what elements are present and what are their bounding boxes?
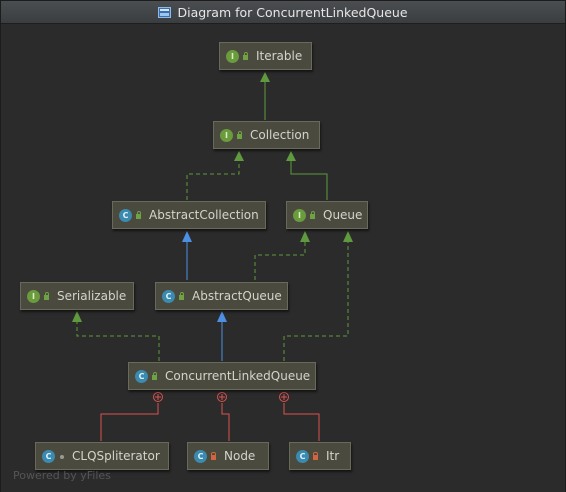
edge-inner-itr: [279, 392, 320, 441]
public-visibility-icon: [151, 371, 158, 380]
diagram-window: Diagram for ConcurrentLinkedQueue I Iter…: [0, 0, 566, 492]
edge-abstractqueue-abstractcollection: [182, 231, 192, 280]
public-visibility-icon: [135, 210, 142, 219]
class-badge-icon: C: [296, 449, 309, 463]
node-label: CLQSpliterator: [72, 449, 160, 463]
node-label: Serializable: [57, 289, 127, 303]
node-label: AbstractCollection: [149, 208, 259, 222]
window-titlebar[interactable]: Diagram for ConcurrentLinkedQueue: [1, 1, 565, 24]
public-visibility-icon: [178, 291, 185, 300]
node-label: AbstractQueue: [192, 289, 282, 303]
edge-clq-abstractqueue: [217, 311, 227, 361]
edge-collection-iterable: [260, 72, 270, 120]
node-label: ConcurrentLinkedQueue: [165, 369, 311, 383]
class-badge-icon: C: [135, 369, 148, 383]
node-serializable[interactable]: I Serializable: [20, 282, 134, 310]
node-abstract-collection[interactable]: C AbstractCollection: [112, 201, 266, 229]
interface-badge-icon: I: [226, 49, 239, 63]
class-badge-icon: C: [119, 208, 132, 222]
diagram-edges: [72, 72, 353, 441]
yfiles-watermark: Powered by yFiles: [13, 469, 111, 482]
node-clq-spliterator[interactable]: C CLQSpliterator: [35, 442, 169, 470]
class-badge-icon: C: [42, 449, 55, 463]
edge-clq-serializable: [72, 311, 160, 361]
node-label: Itr: [326, 449, 340, 463]
diagram-icon: [158, 6, 172, 18]
edge-abstractcollection-collection: [186, 151, 244, 200]
node-label: Queue: [323, 208, 363, 222]
node-label: Collection: [250, 128, 310, 142]
edge-inner-clqspliterator: [100, 392, 163, 441]
node-concurrent-linked-queue[interactable]: C ConcurrentLinkedQueue: [128, 362, 316, 390]
private-visibility-icon: [312, 451, 319, 460]
edge-clq-queue: [283, 231, 353, 361]
node-itr[interactable]: C Itr: [289, 442, 351, 470]
node-collection[interactable]: I Collection: [213, 121, 320, 149]
node-label: Iterable: [256, 49, 303, 63]
edge-abstractqueue-queue: [254, 231, 310, 280]
node-node[interactable]: C Node: [187, 442, 269, 470]
interface-badge-icon: I: [293, 208, 306, 222]
edge-queue-collection: [286, 151, 328, 200]
node-queue[interactable]: I Queue: [286, 201, 368, 229]
public-visibility-icon: [309, 210, 316, 219]
edge-inner-node: [217, 392, 230, 441]
package-visibility-icon: [58, 453, 65, 460]
window-title: Diagram for ConcurrentLinkedQueue: [177, 4, 408, 20]
node-iterable[interactable]: I Iterable: [219, 42, 312, 70]
interface-badge-icon: I: [27, 289, 40, 303]
diagram-canvas[interactable]: I Iterable I Collection C AbstractCollec…: [1, 24, 565, 492]
title-wrap: Diagram for ConcurrentLinkedQueue: [1, 1, 565, 23]
node-abstract-queue[interactable]: C AbstractQueue: [155, 282, 288, 310]
public-visibility-icon: [242, 51, 249, 60]
class-badge-icon: C: [162, 289, 175, 303]
private-visibility-icon: [210, 451, 217, 460]
public-visibility-icon: [43, 291, 50, 300]
interface-badge-icon: I: [220, 128, 233, 142]
class-badge-icon: C: [194, 449, 207, 463]
public-visibility-icon: [236, 130, 243, 139]
node-label: Node: [224, 449, 256, 463]
